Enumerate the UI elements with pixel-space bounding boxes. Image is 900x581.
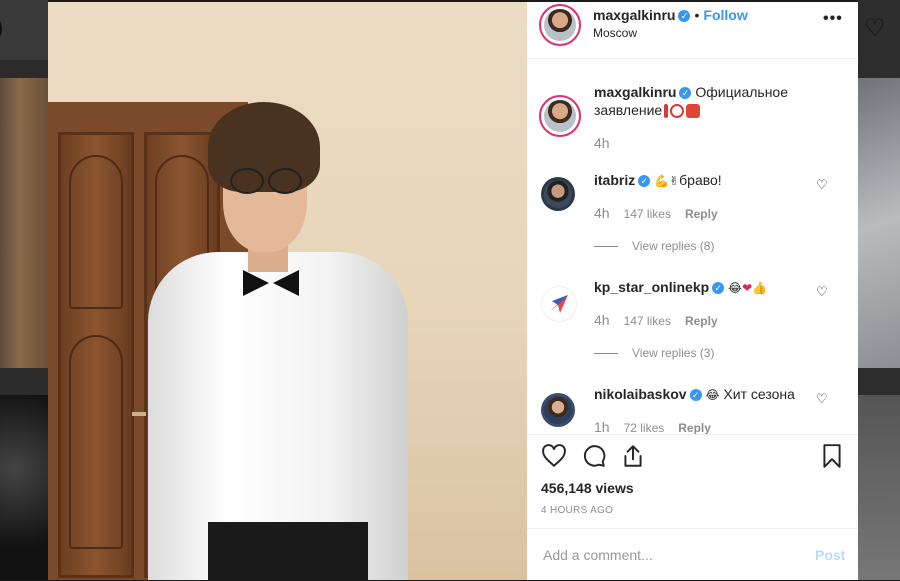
post-header: maxgalkinru ✓ • Follow Moscow ••• xyxy=(527,2,858,59)
comment-text: itabriz ✓ 💪✌браво! xyxy=(594,171,829,190)
post-timestamp[interactable]: 4 HOURS AGO xyxy=(541,505,613,516)
comment-time[interactable]: 4h xyxy=(594,205,610,221)
caption-meta: 4h xyxy=(594,135,624,151)
comment-text: kp_star_onlinekp ✓ 😂❤👍 xyxy=(594,278,829,297)
laughing-emoji-icon: 😂 xyxy=(705,388,720,403)
verified-badge-icon: ✓ xyxy=(678,10,691,23)
separator-dot: • xyxy=(694,7,700,23)
divider-line xyxy=(594,246,618,248)
comment-likes[interactable]: 147 likes xyxy=(624,314,671,328)
comment-meta: 1h 72 likes Reply xyxy=(594,419,725,434)
post-location[interactable]: Moscow xyxy=(593,26,637,40)
share-icon[interactable] xyxy=(620,443,646,469)
flexed-bicep-emoji-icon: 💪 xyxy=(654,174,670,189)
verified-badge-icon: ✓ xyxy=(689,389,702,402)
verified-badge-icon: ✓ xyxy=(679,87,692,100)
author-avatar[interactable] xyxy=(539,95,581,137)
comment-icon[interactable] xyxy=(581,443,607,469)
follow-button[interactable]: Follow xyxy=(703,7,747,23)
background-thumbnail xyxy=(858,395,900,580)
comment-likes[interactable]: 147 likes xyxy=(624,207,671,221)
view-replies-label: View replies (8) xyxy=(632,239,715,253)
caption-text: maxgalkinru ✓ Официальное заявление xyxy=(594,83,829,119)
background-tile xyxy=(0,0,48,60)
laughing-emoji-icon: 😂 xyxy=(728,281,743,296)
bookmark-icon[interactable] xyxy=(819,443,845,469)
commenter-avatar[interactable] xyxy=(541,177,575,211)
comment-body: браво! xyxy=(679,172,722,188)
add-comment-input[interactable] xyxy=(541,543,795,567)
comment-like-heart-icon[interactable]: ♡ xyxy=(816,177,828,193)
comment-time[interactable]: 1h xyxy=(594,419,610,434)
comment-likes[interactable]: 72 likes xyxy=(624,421,665,434)
view-replies-button[interactable]: View replies (8) xyxy=(594,239,714,253)
post-comment-button[interactable]: Post xyxy=(815,547,845,563)
view-replies-label: View replies (3) xyxy=(632,346,715,360)
author-username[interactable]: maxgalkinru xyxy=(593,7,675,23)
background-thumbnail xyxy=(858,78,900,368)
commenter-avatar[interactable] xyxy=(541,286,577,322)
view-replies-button[interactable]: View replies (3) xyxy=(594,346,714,360)
reply-button[interactable]: Reply xyxy=(685,207,718,221)
comment-like-heart-icon[interactable]: ♡ xyxy=(816,284,828,300)
background-thumbnail xyxy=(0,78,48,368)
view-count[interactable]: 456,148 views xyxy=(541,480,634,496)
more-options-icon[interactable]: ••• xyxy=(823,10,843,28)
background-glyph: ) xyxy=(0,14,4,44)
caption-time[interactable]: 4h xyxy=(594,135,610,151)
post-sidebar: maxgalkinru ✓ • Follow Moscow ••• maxgalkin… xyxy=(527,2,858,580)
comment-meta: 4h 147 likes Reply xyxy=(594,205,732,221)
verified-badge-icon: ✓ xyxy=(638,175,651,188)
comment-username[interactable]: nikolaibaskov xyxy=(594,386,687,402)
video-person xyxy=(128,102,468,580)
sos-emoji-icon xyxy=(686,104,701,119)
no-entry-emoji-icon xyxy=(670,104,685,119)
comment-time[interactable]: 4h xyxy=(594,312,610,328)
commenter-avatar[interactable] xyxy=(541,393,575,427)
red-heart-emoji-icon: ❤ xyxy=(742,281,753,296)
comment-text: nikolaibaskov ✓ 😂 Хит сезона xyxy=(594,385,829,404)
victory-hand-emoji-icon: ✌ xyxy=(669,174,680,189)
divider-line xyxy=(594,353,618,355)
reply-button[interactable]: Reply xyxy=(678,421,711,434)
video-door-leaf xyxy=(58,132,134,578)
heart-icon[interactable] xyxy=(541,443,567,469)
post-actions-bar xyxy=(527,434,858,475)
star-logo-icon xyxy=(550,295,568,313)
comment-body: Хит сезона xyxy=(723,386,795,402)
comment-composer: Post xyxy=(527,528,858,581)
comments-list[interactable]: maxgalkinru ✓ Официальное заявление 4h it… xyxy=(527,59,858,434)
background-thumbnail xyxy=(0,395,48,580)
caption-username[interactable]: maxgalkinru xyxy=(594,84,676,100)
exclamation-emoji-icon xyxy=(664,104,669,119)
post-header-line: maxgalkinru ✓ • Follow xyxy=(593,7,748,23)
comment-meta: 4h 147 likes Reply xyxy=(594,312,732,328)
comment-username[interactable]: itabriz xyxy=(594,172,635,188)
reply-button[interactable]: Reply xyxy=(685,314,718,328)
comment-username[interactable]: kp_star_onlinekp xyxy=(594,279,709,295)
author-avatar[interactable] xyxy=(539,4,581,46)
background-heart-icon: ♡ xyxy=(864,15,886,42)
post-video[interactable] xyxy=(48,2,527,580)
verified-badge-icon: ✓ xyxy=(712,282,725,295)
comment-like-heart-icon[interactable]: ♡ xyxy=(816,391,828,407)
thumbs-up-emoji-icon: 👍 xyxy=(752,281,768,296)
